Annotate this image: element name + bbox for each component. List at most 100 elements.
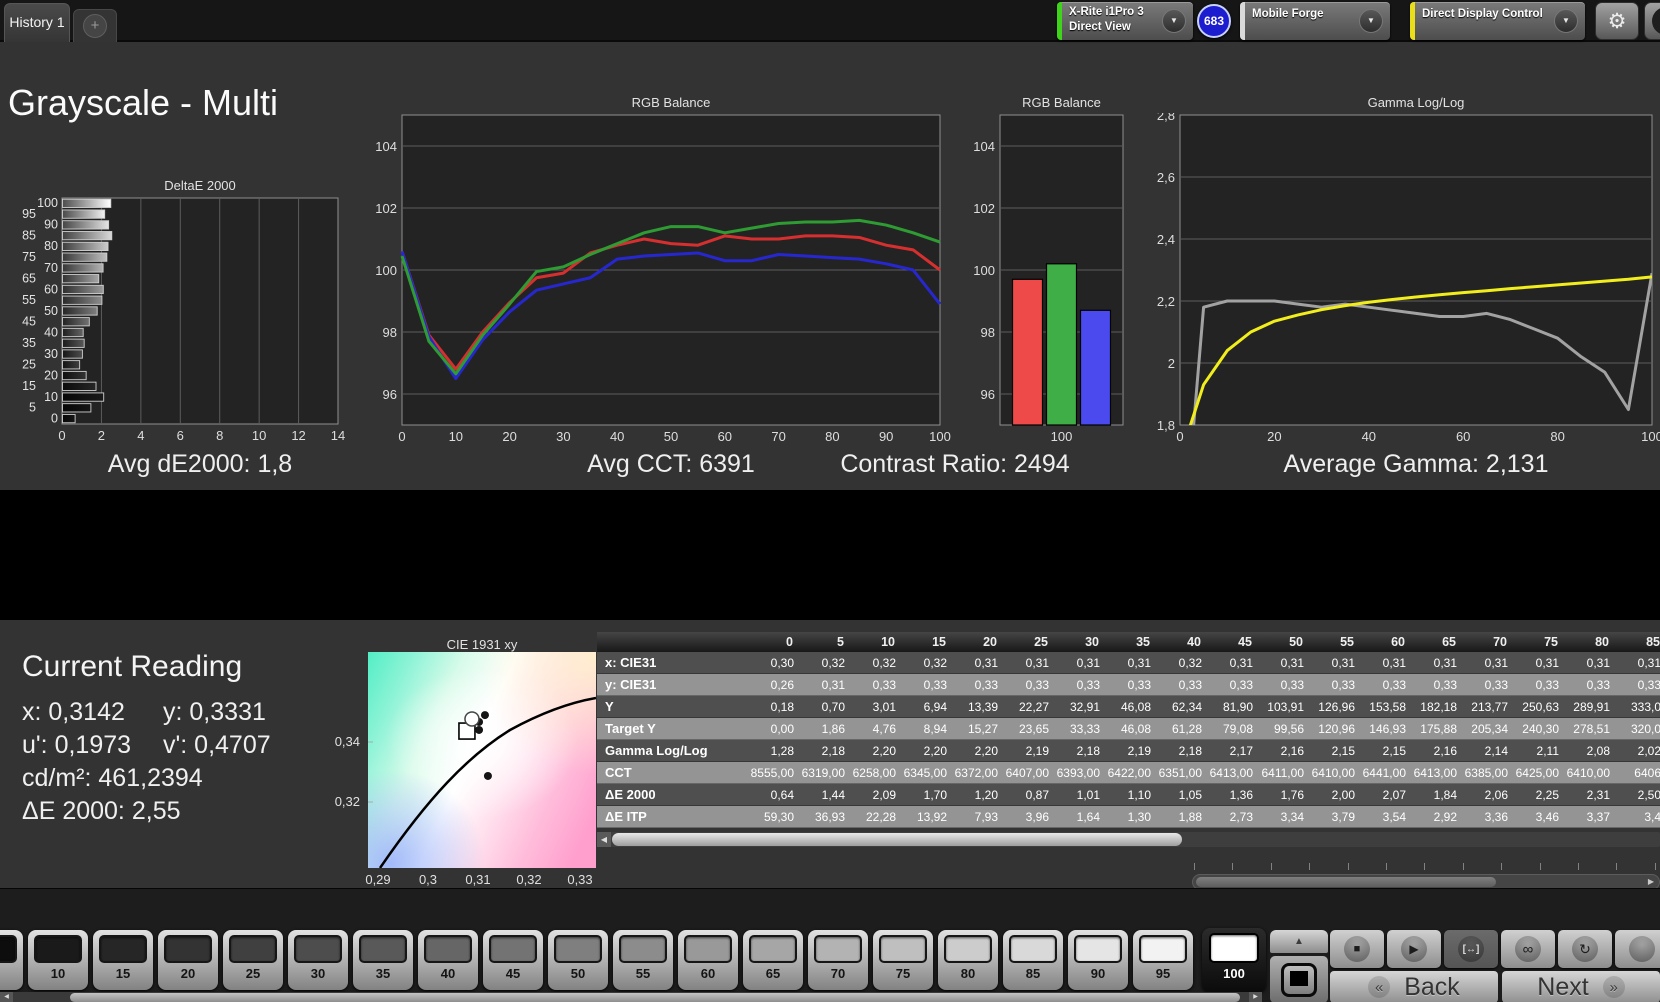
table-cell: 2,16 [1413,740,1464,762]
table-cell: 120,96 [1311,718,1362,740]
patch-button-20[interactable]: 20 [158,930,218,990]
table-cell: 46,08 [1107,696,1158,718]
table-cell: 6413,00 [1413,762,1464,784]
rgb-bar-B [1079,309,1112,426]
table-scrollbar-thumb[interactable] [612,833,1182,846]
patch-scrollbar-thumb[interactable] [70,993,1240,1002]
chevron-down-icon[interactable]: ▼ [1359,9,1383,33]
meter-dropdown[interactable]: X-Rite i1Pro 3 Direct View ▼ [1057,2,1193,40]
table-row-label: y: CIE31 [597,674,750,696]
scroll-left-icon[interactable]: ◀ [597,832,611,847]
display-control-dropdown[interactable]: Direct Display Control ▼ [1410,2,1585,40]
patch-button-85[interactable]: 85 [1003,930,1063,990]
patch-button-80[interactable]: 80 [938,930,998,990]
patch-button-25[interactable]: 25 [223,930,283,990]
collapse-panel-button[interactable]: ◀ [1644,2,1660,40]
table-cell: 1,10 [1107,784,1158,806]
svg-text:65: 65 [22,272,36,286]
table-scrollbar[interactable]: ◀ [597,832,1660,847]
patch-button-40[interactable]: 40 [418,930,478,990]
patch-button-45[interactable]: 45 [483,930,543,990]
table-cell: 0,32 [903,652,954,674]
chevron-down-icon[interactable]: ▼ [1554,9,1578,33]
table-cell: 0,31 [1260,652,1311,674]
table-col-header-70: 70 [1464,632,1515,652]
step-mode-button[interactable]: [↔] [1444,930,1498,968]
table-cell: 278,51 [1566,718,1617,740]
deltae-bar-75 [62,252,108,262]
infinity-icon: ∞ [1515,936,1541,962]
table-cell: 146,93 [1362,718,1413,740]
patch-button-35[interactable]: 35 [353,930,413,990]
table-cell: 3,96 [1005,806,1056,828]
back-button[interactable]: « Back [1330,971,1498,1002]
window-pattern-icon [1281,962,1317,997]
svg-text:12: 12 [291,428,305,443]
patch-button-100-selected[interactable]: 100 [1202,928,1266,992]
patch-button-75[interactable]: 75 [873,930,933,990]
patch-size-up-button[interactable]: ▲ [1270,930,1328,953]
table-cell: 61,28 [1158,718,1209,740]
next-button[interactable]: Next » [1502,971,1660,1002]
patch-button-95[interactable]: 95 [1133,930,1193,990]
cie-xtick: 0,3 [418,872,438,887]
patch-button-65[interactable]: 65 [743,930,803,990]
new-tab-button[interactable]: + [73,9,117,42]
stop-button[interactable]: ■ [1330,930,1384,968]
table-col-header-40: 40 [1158,632,1209,652]
secondary-scrollbar-thumb[interactable] [1196,877,1496,887]
tab-history-1[interactable]: History 1 [4,3,70,42]
scroll-left-icon[interactable]: ◀ [0,992,13,1002]
svg-text:20: 20 [502,429,516,444]
patch-button-60[interactable]: 60 [678,930,738,990]
table-cell: 3,34 [1260,806,1311,828]
table-col-header-60: 60 [1362,632,1413,652]
table-cell: 2,20 [903,740,954,762]
table-cell: 0,33 [1566,674,1617,696]
table-cell: 0,33 [1260,674,1311,696]
table-cell: 59,30 [750,806,801,828]
patch-button-15[interactable]: 15 [93,930,153,990]
svg-text:96: 96 [981,387,995,402]
table-row-label: ΔE ITP [597,806,750,828]
extra-transport-button[interactable] [1615,930,1660,968]
table-cell: 1,01 [1056,784,1107,806]
svg-text:1,8: 1,8 [1157,418,1175,433]
svg-text:60: 60 [44,282,58,296]
deltae-bar-25 [62,360,81,370]
deltae-bar-45 [62,317,90,327]
patch-button-70[interactable]: 70 [808,930,868,990]
patch-button-90[interactable]: 90 [1068,930,1128,990]
patch-strip-scrollbar[interactable]: ◀ ▶ [0,992,1262,1002]
table-cell: 4,76 [852,718,903,740]
svg-text:30: 30 [556,429,570,444]
table-col-header-75: 75 [1515,632,1566,652]
continuous-measure-button[interactable]: ∞ [1501,930,1555,968]
scroll-right-icon[interactable]: ▶ [1648,876,1654,888]
deltae-bar-90 [62,220,110,230]
deltae-bar-70 [62,263,104,273]
patch-button-5[interactable]: 5 [0,930,23,990]
svg-text:20: 20 [44,368,58,382]
patch-button-50[interactable]: 50 [548,930,608,990]
pattern-source-dropdown[interactable]: Mobile Forge ▼ [1240,2,1390,40]
scroll-right-icon[interactable]: ▶ [1249,992,1262,1002]
gamma-chart-svg: 1,8 2 2,2 2,4 2,6 2,8 0 20 40 60 80 100 [1157,113,1660,444]
refresh-button[interactable]: ↻ [1558,930,1612,968]
table-cell: 3,01 [852,696,903,718]
deltae-bar-85 [62,231,113,241]
table-cell: 0,33 [1311,674,1362,696]
pattern-window-button[interactable] [1270,956,1328,1002]
table-row-label: Gamma Log/Log [597,740,750,762]
patch-button-55[interactable]: 55 [613,930,673,990]
table-cell: 6422,00 [1107,762,1158,784]
chevron-down-icon[interactable]: ▼ [1162,9,1186,33]
patch-button-10[interactable]: 10 [28,930,88,990]
settings-button[interactable]: ⚙ [1595,2,1639,40]
play-button[interactable]: ▶ [1387,930,1441,968]
table-cell: 6425,00 [1515,762,1566,784]
table-col-header-85: 85 [1617,632,1660,652]
table-col-header-45: 45 [1209,632,1260,652]
patch-button-30[interactable]: 30 [288,930,348,990]
table-cell: 2,18 [1056,740,1107,762]
